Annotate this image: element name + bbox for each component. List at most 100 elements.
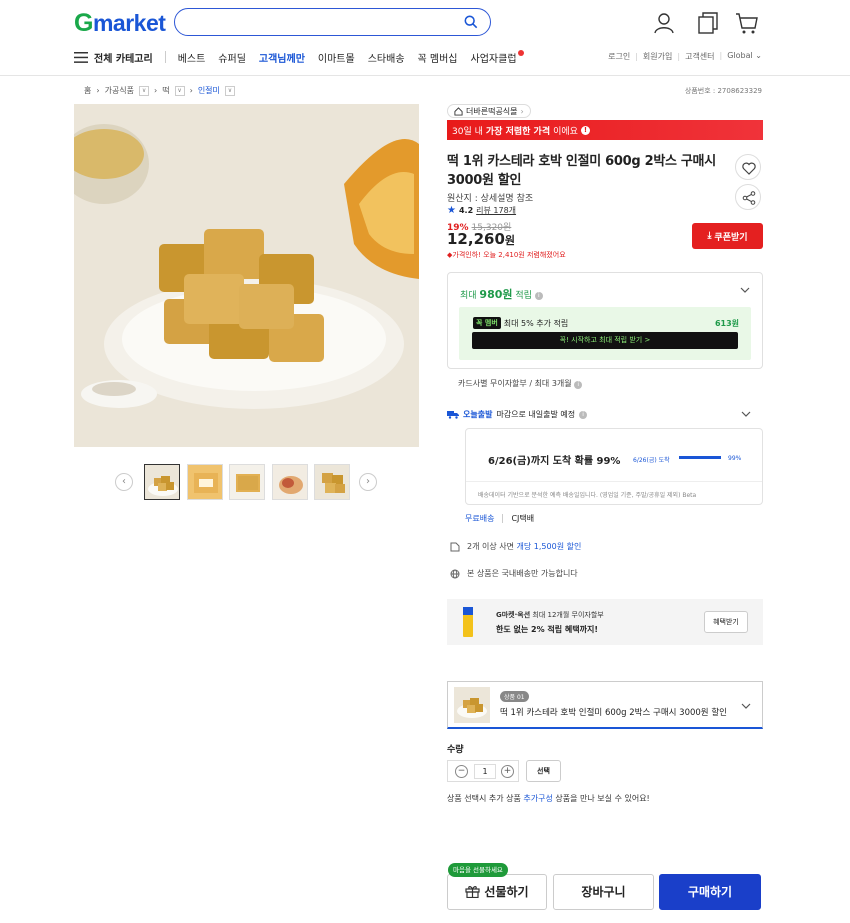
membership-cta-button[interactable]: 꼭! 시작하고 최대 적립 받기 >	[472, 332, 738, 349]
arrival-probability: 6/26(금)까지 도착 확률 99%	[488, 456, 621, 467]
quantity-input[interactable]: 1	[474, 764, 496, 779]
max-points: 최대 980원 적립 i	[460, 286, 543, 302]
chevron-down-icon[interactable]	[741, 702, 751, 710]
thumb-next-button[interactable]: ›	[359, 473, 377, 491]
nav-business-club[interactable]: 사업자클럽	[471, 49, 524, 65]
breadcrumb-processed-food[interactable]: 가공식품	[105, 85, 134, 96]
info-icon[interactable]: i	[574, 381, 583, 389]
chevron-right-icon: ›	[520, 106, 524, 116]
quantity-label: 수량	[447, 745, 464, 755]
gmarket-logo[interactable]: Gmarket	[74, 9, 166, 38]
nav-emart[interactable]: 이마트몰	[318, 50, 355, 65]
card-promo-banner[interactable]: G마켓·옥션 최대 12개월 무이자할부 한도 없는 2% 적립 혜택까지! 혜…	[447, 599, 763, 645]
membership-points: 꼭 멤버 최대 5% 추가 적립 613원 꼭! 시작하고 최대 적립 받기 >	[459, 307, 751, 360]
site-header: Gmarket 전체 카테고리 베스트 슈퍼딜 고객님께만 이마트몰 스타배송 …	[0, 0, 850, 76]
thumbnail-5[interactable]	[314, 464, 350, 500]
new-dot-icon	[517, 49, 524, 56]
hamburger-icon	[74, 51, 88, 63]
global-link[interactable]: Global ⌄	[715, 51, 762, 62]
breadcrumb-injeolmi[interactable]: 인절미	[198, 85, 220, 96]
share-icon	[742, 191, 756, 205]
member-points-amount: 613원	[714, 319, 739, 328]
lowest-price-banner: 30일 내 가장 저렴한 가격 이에요 !	[447, 120, 763, 140]
truck-icon	[447, 411, 459, 419]
heart-icon	[742, 162, 756, 175]
credit-card-icon	[463, 607, 473, 637]
chevron-down-icon[interactable]: ∨	[224, 85, 235, 96]
chevron-down-icon[interactable]: ∨	[139, 85, 150, 96]
breadcrumb-tteok[interactable]: 떡	[162, 85, 169, 96]
free-shipping: 무료배송	[465, 514, 495, 523]
cart-icon[interactable]	[735, 11, 759, 35]
breadcrumb: 홈 › 가공식품 ∨ › 떡 ∨ › 인절미 ∨	[84, 85, 235, 96]
customer-center-link[interactable]: 고객센터	[672, 51, 714, 62]
points-box: 최대 980원 적립 i 꼭 멤버 최대 5% 추가 적립 613원 꼭! 시작하…	[447, 272, 763, 369]
product-number: 상품번호 : 2708623329	[684, 87, 762, 95]
add-on-note: 상품 선택시 추가 상품 추가구성 상품을 만나 보실 수 있어요!	[447, 794, 650, 803]
info-icon[interactable]: !	[580, 125, 590, 135]
quantity-increase-button[interactable]: +	[501, 765, 514, 778]
thumbnail-4[interactable]	[272, 464, 308, 500]
util-links: 로그인 회원가입 고객센터 Global ⌄	[608, 51, 762, 62]
gift-icon	[465, 886, 481, 899]
chevron-down-icon[interactable]: ∨	[174, 85, 185, 96]
option-thumbnail	[454, 687, 490, 723]
gift-tooltip: 마음을 선물하세요	[448, 863, 508, 877]
option-select[interactable]: 상품 01 떡 1위 카스테라 호박 인절미 600g 2박스 구매시 3000…	[447, 681, 763, 729]
nav-best[interactable]: 베스트	[178, 50, 206, 65]
main-nav: 전체 카테고리 베스트 슈퍼딜 고객님께만 이마트몰 스타배송 꼭 멤버십 사업…	[74, 48, 537, 66]
thumbnail-3[interactable]	[229, 464, 265, 500]
all-categories-button[interactable]: 전체 카테고리	[74, 50, 153, 65]
search-icon[interactable]	[464, 15, 478, 29]
breadcrumb-home[interactable]: 홈	[84, 85, 91, 96]
wishlist-button[interactable]	[735, 154, 761, 180]
info-icon[interactable]: i	[579, 410, 588, 419]
rating: ★ 4.2 리뷰 178개	[447, 205, 517, 216]
nav-membership[interactable]: 꼭 멤버십	[418, 50, 458, 65]
quantity-stepper: − 1 +	[447, 760, 519, 782]
nav-superdeal[interactable]: 슈퍼딜	[218, 50, 246, 65]
discount-tag-icon	[450, 542, 460, 551]
shipping-status: 오늘출발 마감으로 내일출발 예정 i	[447, 409, 588, 420]
thumbnail-2[interactable]	[187, 464, 223, 500]
price-drop-note: ◆가격인하! 오늘 2,410원 저렴해졌어요	[447, 251, 566, 259]
card-benefit-button[interactable]: 혜택받기	[704, 611, 748, 633]
sale-price: 12,260원	[447, 230, 516, 248]
signup-link[interactable]: 회원가입	[630, 51, 672, 62]
review-count-link[interactable]: 리뷰 178개	[476, 205, 516, 216]
user-icon[interactable]	[652, 11, 676, 35]
gift-button[interactable]: 선물하기	[447, 874, 547, 910]
info-icon[interactable]: i	[534, 291, 543, 300]
arrival-probability-bar	[679, 456, 721, 459]
recent-items-icon[interactable]	[696, 11, 720, 35]
option-number-badge: 상품 01	[500, 691, 529, 702]
store-badge[interactable]: 더바른떡공식몰 ›	[447, 104, 531, 118]
chevron-down-icon[interactable]	[740, 286, 750, 294]
domestic-only: 본 상품은 국내배송만 가능합니다	[450, 568, 578, 579]
thumbnail-1[interactable]	[144, 464, 180, 500]
chevron-down-icon[interactable]	[741, 410, 751, 418]
add-to-cart-button[interactable]: 장바구니	[553, 874, 654, 910]
carrier: CJ택배	[511, 514, 535, 523]
prediction-note: 배송데이터 기반으로 분석한 예측 배송일입니다. (영업일 기준, 주말/공휴…	[478, 492, 697, 499]
thumb-prev-button[interactable]: ‹	[115, 473, 133, 491]
installment-info: 카드사별 무이자할부 / 최대 3개월 i	[458, 378, 583, 389]
thumbnail-strip: ‹ ›	[115, 464, 377, 500]
store-icon	[454, 106, 463, 116]
option-title: 떡 1위 카스테라 호박 인절미 600g 2박스 구매시 3000원 할인	[500, 708, 727, 718]
search-input[interactable]	[174, 8, 491, 36]
nav-for-you[interactable]: 고객님께만	[259, 50, 305, 65]
login-link[interactable]: 로그인	[608, 51, 630, 62]
globe-icon	[450, 569, 460, 578]
quantity-decrease-button[interactable]: −	[455, 765, 468, 778]
main-product-image[interactable]	[74, 104, 419, 447]
shipping-meta: 무료배송 CJ택배	[465, 513, 534, 524]
select-button[interactable]: 선택	[526, 760, 561, 782]
download-icon: ⤓	[707, 231, 712, 241]
share-button[interactable]	[735, 184, 761, 210]
member-badge: 꼭 멤버	[473, 317, 501, 329]
buy-now-button[interactable]: 구매하기	[659, 874, 761, 910]
nav-star-delivery[interactable]: 스타배송	[368, 50, 405, 65]
product-title: 떡 1위 카스테라 호박 인절미 600g 2박스 구매시 3000원 할인	[447, 154, 716, 188]
coupon-button[interactable]: ⤓ 쿠폰받기	[692, 223, 763, 249]
